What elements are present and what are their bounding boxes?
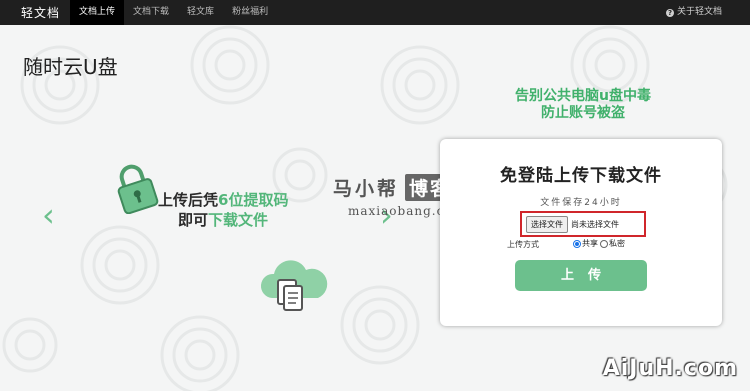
upload-method-radio-group: 共享 私密 bbox=[573, 238, 627, 249]
warning-line2: 防止账号被盗 bbox=[541, 105, 625, 121]
upload-submit-button[interactable]: 上传 bbox=[515, 260, 647, 291]
slide-line2-highlight: 下载文件 bbox=[208, 211, 269, 229]
upload-card: 免登陆上传下载文件 文件保存24小时 选择文件 尚未选择文件 上传方式 共享 私… bbox=[440, 139, 722, 326]
page-title: 随时云U盘 bbox=[23, 55, 118, 79]
slide-line2-prefix: 即可 bbox=[178, 211, 209, 229]
nav-item-library[interactable]: 轻文库 bbox=[178, 0, 223, 25]
brand-logo[interactable]: 轻文档 bbox=[0, 4, 70, 21]
watermark-brand: 马小帮 博客 bbox=[333, 174, 456, 201]
slide-line1-highlight: 6位提取码 bbox=[218, 191, 289, 209]
slide-text-line1: 上传后凭6位提取码 bbox=[158, 189, 288, 210]
watermark-brand-text: 马小帮 bbox=[333, 178, 400, 200]
watermark-corner: AiJuH.com bbox=[602, 356, 738, 381]
top-navbar: 轻文档 文档上传 文档下载 轻文库 粉丝福利 ? 关于轻文档 bbox=[0, 0, 750, 25]
file-status-text: 尚未选择文件 bbox=[571, 219, 619, 229]
nav-about-link[interactable]: ? 关于轻文档 bbox=[665, 0, 722, 25]
security-warning: 告别公共电脑u盘中毒 防止账号被盗 bbox=[498, 88, 668, 122]
upload-method-label: 上传方式 bbox=[507, 240, 539, 249]
warning-line1: 告别公共电脑u盘中毒 bbox=[515, 88, 651, 104]
nav-about-label: 关于轻文档 bbox=[676, 7, 722, 17]
nav-item-upload[interactable]: 文档上传 bbox=[70, 0, 125, 25]
radio-shared-label[interactable]: 共享 bbox=[582, 238, 598, 249]
radio-private[interactable] bbox=[600, 239, 608, 248]
radio-private-label[interactable]: 私密 bbox=[609, 238, 625, 249]
slide-text-line2: 即可下载文件 bbox=[178, 209, 268, 230]
slider-prev-arrow[interactable]: ‹ bbox=[42, 199, 55, 231]
file-input-box: 选择文件 尚未选择文件 bbox=[520, 211, 646, 237]
slide-line1-prefix: 上传后凭 bbox=[158, 191, 219, 209]
info-circle-icon: ? bbox=[665, 8, 674, 17]
nav-item-fan-benefits[interactable]: 粉丝福利 bbox=[223, 0, 277, 25]
choose-file-button[interactable]: 选择文件 bbox=[526, 215, 568, 233]
upload-card-title: 免登陆上传下载文件 bbox=[500, 166, 662, 186]
lock-icon bbox=[117, 164, 159, 214]
nav-item-download[interactable]: 文档下载 bbox=[124, 0, 178, 25]
cloud-document-icon bbox=[260, 260, 328, 311]
upload-retention-note: 文件保存24小时 bbox=[540, 198, 622, 208]
radio-shared[interactable] bbox=[573, 239, 581, 248]
